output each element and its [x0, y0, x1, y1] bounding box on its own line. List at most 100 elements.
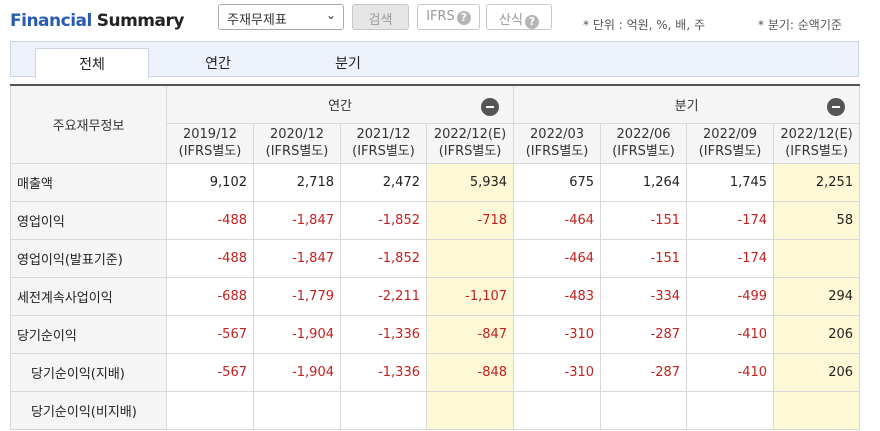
table-cell: -1,336 — [340, 314, 427, 354]
question-icon: ? — [456, 11, 471, 25]
table-row: 영업이익(발표기준) -488 -1,847 -1,852 -464 -151 -174 — [10, 238, 861, 278]
row-label: 당기순이익 — [10, 314, 167, 354]
column-period: 2022/03 — [530, 127, 585, 142]
table-cell — [340, 390, 427, 430]
table-cell: -464 — [513, 238, 602, 278]
table-cell: 206 — [773, 352, 861, 392]
table-cell: 2,472 — [340, 162, 427, 202]
table-cell: 1,264 — [600, 162, 688, 202]
row-label: 당기순이익(비지배) — [10, 390, 167, 430]
tab-quarterly[interactable]: 분기 — [311, 48, 385, 78]
table-cell: -1,852 — [340, 200, 427, 240]
table-cell: -310 — [513, 314, 602, 354]
table-cell: 58 — [773, 200, 861, 240]
column-header: 2022/03 (IFRS별도) — [513, 122, 602, 164]
column-period: 2022/12(E) — [780, 127, 853, 142]
question-icon: ? — [524, 15, 539, 29]
period-tabs: 전체 연간 분기 — [10, 41, 859, 78]
column-header: 2022/12(E) (IFRS별도) — [773, 122, 861, 164]
tab-annual[interactable]: 연간 — [181, 48, 255, 78]
column-header: 2020/12 (IFRS별도) — [253, 122, 341, 164]
table-row: 세전계속사업이익 -688 -1,779 -2,211 -1,107 -483 -334 -4… — [10, 276, 861, 316]
table-cell — [773, 238, 861, 278]
table-cell: -410 — [686, 314, 775, 354]
statement-type-select[interactable]: 주재무제표 ⌄ — [218, 4, 344, 30]
table-row: 당기순이익 -567 -1,904 -1,336 -847 -310 -287 -410 206 — [10, 314, 861, 354]
table-cell: -1,847 — [253, 238, 341, 278]
column-basis: (IFRS별도) — [178, 144, 242, 159]
title-summary: Summary — [96, 11, 185, 31]
table-cell: 294 — [773, 276, 861, 316]
table-cell — [425, 390, 515, 430]
table-cell: -1,107 — [425, 276, 515, 316]
formula-label: 산식 — [499, 13, 523, 28]
table-cell: -848 — [425, 352, 515, 392]
table-row: 매출액 9,102 2,718 2,472 5,934 675 1,264 1,745 2,25… — [10, 162, 861, 202]
formula-help-button[interactable]: 산식? — [486, 4, 552, 30]
table-cell: 2,251 — [773, 162, 861, 202]
row-label: 당기순이익(지배) — [10, 352, 167, 392]
table-cell: 675 — [513, 162, 602, 202]
table-cell: -488 — [166, 238, 254, 278]
table-cell — [773, 390, 861, 430]
column-header: 2022/12(E) (IFRS별도) — [425, 122, 515, 164]
table-cell: -483 — [513, 276, 602, 316]
table-cell: 2,718 — [253, 162, 341, 202]
corner-header: 주요재무정보 — [10, 84, 167, 164]
quarter-basis-note: * 분기: 순액기준 — [758, 18, 842, 32]
table-cell — [513, 390, 602, 430]
tab-all[interactable]: 전체 — [35, 48, 149, 78]
table-cell — [600, 390, 688, 430]
table-cell: -151 — [600, 200, 688, 240]
table-cell — [166, 390, 254, 430]
column-basis: (IFRS별도) — [352, 144, 415, 159]
annual-group-header: 연간 — [165, 84, 515, 124]
column-basis: (IFRS별도) — [525, 144, 589, 159]
quarter-group-header: 분기 — [513, 84, 861, 124]
table-cell: -1,779 — [253, 276, 341, 316]
table-cell: -334 — [600, 276, 688, 316]
table-cell: -567 — [166, 352, 254, 392]
ifrs-help-button[interactable]: IFRS? — [417, 4, 480, 30]
title-financial: Financial — [10, 11, 92, 31]
page-title: Financial Summary — [10, 11, 184, 31]
table-cell — [425, 238, 515, 278]
column-period: 2020/12 — [269, 127, 324, 142]
column-header: 2021/12 (IFRS별도) — [340, 122, 427, 164]
column-header: 2019/12 (IFRS별도) — [166, 122, 254, 164]
table-cell — [253, 390, 341, 430]
quarter-group-label: 분기 — [674, 98, 699, 114]
table-row: 영업이익 -488 -1,847 -1,852 -718 -464 -151 -174 58 — [10, 200, 861, 240]
financial-summary-table: 주요재무정보 연간 분기 2019/12 (IFRS별도) 2020/12 (IFRS… — [10, 84, 861, 430]
column-period: 2022/12(E) — [433, 127, 507, 142]
table-cell: -287 — [600, 314, 688, 354]
table-cell: -567 — [166, 314, 254, 354]
unit-note: * 단위 : 억원, %, 배, 주 — [583, 18, 706, 32]
column-period: 2022/06 — [616, 127, 671, 142]
table-cell: 5,934 — [425, 162, 515, 202]
statement-type-value: 주재무제표 — [227, 13, 287, 28]
collapse-quarter-icon[interactable] — [827, 98, 846, 116]
table-cell: -488 — [166, 200, 254, 240]
column-basis: (IFRS별도) — [785, 144, 848, 159]
column-basis: (IFRS별도) — [438, 144, 502, 159]
column-period: 2019/12 — [182, 127, 237, 142]
column-period: 2022/09 — [703, 127, 758, 142]
table-cell: -174 — [686, 200, 775, 240]
table-cell: -688 — [166, 276, 254, 316]
table-cell: -847 — [425, 314, 515, 354]
table-cell: -718 — [425, 200, 515, 240]
table-cell: -499 — [686, 276, 775, 316]
table-row: 당기순이익(비지배) — [10, 390, 861, 430]
table-cell: -174 — [686, 238, 775, 278]
annual-group-label: 연간 — [328, 98, 352, 114]
column-basis: (IFRS별도) — [265, 144, 329, 159]
column-basis: (IFRS별도) — [698, 144, 762, 159]
table-cell: -1,336 — [340, 352, 427, 392]
search-button[interactable]: 검색 — [352, 4, 409, 30]
table-cell: -287 — [600, 352, 688, 392]
collapse-annual-icon[interactable] — [481, 98, 500, 116]
table-cell: 206 — [773, 314, 861, 354]
chevron-down-icon: ⌄ — [325, 8, 336, 22]
row-label: 영업이익 — [10, 200, 167, 240]
